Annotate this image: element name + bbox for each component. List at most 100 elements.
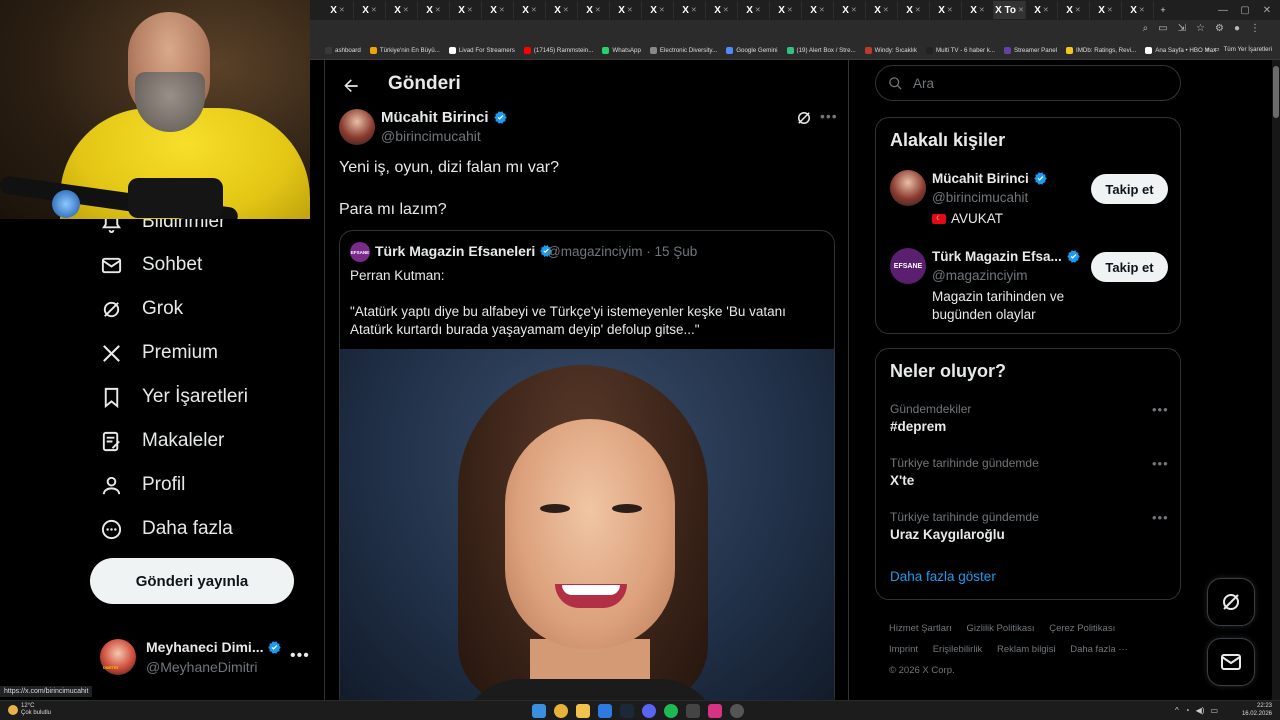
post-more-button[interactable]: ••• <box>820 108 838 124</box>
tab-close-icon[interactable]: ✕ <box>723 6 729 14</box>
trend-more-button[interactable]: ••• <box>1152 402 1169 417</box>
footer-link[interactable]: Çerez Politikası <box>1049 623 1115 634</box>
browser-tab[interactable]: X ✕ <box>482 1 514 19</box>
footer-link[interactable]: Erişilebilirlik <box>933 644 983 655</box>
app-icon[interactable] <box>708 704 722 718</box>
browser-tab[interactable]: X ✕ <box>642 1 674 19</box>
tab-close-icon[interactable]: ✕ <box>1043 6 1049 14</box>
app-icon[interactable] <box>730 704 744 718</box>
scrollbar-thumb[interactable] <box>1273 66 1279 118</box>
network-icon[interactable]: ◔ <box>1185 706 1190 715</box>
bookmark-item[interactable]: Electronic Diversity... <box>649 47 717 54</box>
person-avatar[interactable] <box>890 170 926 206</box>
quoted-author-avatar[interactable]: EFSANE <box>350 242 370 262</box>
trend-item[interactable]: X'te <box>890 473 914 488</box>
weather-widget[interactable]: 12°C Çok bulutlu <box>8 703 51 717</box>
nav-premium[interactable]: Premium <box>100 338 218 368</box>
close-window-button[interactable]: ✕ <box>1256 0 1278 20</box>
chrome-icon[interactable] <box>554 704 568 718</box>
follow-button[interactable]: Takip et <box>1091 252 1168 282</box>
browser-tab[interactable]: X ✕ <box>386 1 418 19</box>
page-scrollbar[interactable] <box>1272 60 1280 700</box>
browser-tab[interactable]: X ✕ <box>1058 1 1090 19</box>
person-handle[interactable]: @birincimucahit <box>932 190 1028 205</box>
tab-close-icon[interactable]: ✕ <box>755 6 761 14</box>
browser-tab[interactable]: X ✕ <box>962 1 994 19</box>
maximize-window-button[interactable]: ▢ <box>1234 0 1256 20</box>
browser-tab[interactable]: X ✕ <box>738 1 770 19</box>
bookmark-item[interactable]: (17145) Rammstein... <box>523 47 593 54</box>
steam-icon[interactable] <box>620 704 634 718</box>
bookmark-item[interactable]: Google Gemini <box>726 47 778 54</box>
follow-button[interactable]: Takip et <box>1091 174 1168 204</box>
account-more-button[interactable]: ••• <box>290 647 310 665</box>
tab-close-icon[interactable]: ✕ <box>467 6 473 14</box>
tab-close-icon[interactable]: ✕ <box>339 6 345 14</box>
tab-close-icon[interactable]: ✕ <box>979 6 985 14</box>
browser-tab[interactable]: X ✕ <box>866 1 898 19</box>
post-button[interactable]: Gönderi yayınla <box>90 558 294 604</box>
tab-close-icon[interactable]: ✕ <box>691 6 697 14</box>
bookmarks-overflow[interactable]: » <box>1206 46 1209 53</box>
trend-item[interactable]: Uraz Kaygılaroğlu <box>890 527 1005 542</box>
bookmark-item[interactable]: WhatsApp <box>602 47 641 54</box>
tray-chevron-icon[interactable]: ^ <box>1175 706 1179 715</box>
start-icon[interactable] <box>532 704 546 718</box>
volume-icon[interactable]: ◀) <box>1196 706 1205 715</box>
browser-tab[interactable]: X ✕ <box>322 1 354 19</box>
browser-tab[interactable]: X ✕ <box>610 1 642 19</box>
nav-grok[interactable]: Grok <box>100 294 183 324</box>
footer-link[interactable]: Imprint <box>889 644 918 655</box>
battery-icon[interactable]: ▭ <box>1210 706 1218 715</box>
menu-icon[interactable]: ⋮ <box>1250 23 1260 34</box>
tab-close-icon[interactable]: ✕ <box>1139 6 1145 14</box>
tab-close-icon[interactable]: ✕ <box>915 6 921 14</box>
messages-floating-button[interactable] <box>1207 638 1255 686</box>
tab-close-icon[interactable]: ✕ <box>947 6 953 14</box>
browser-tab[interactable]: X ✕ <box>1090 1 1122 19</box>
tab-close-icon[interactable]: ✕ <box>1018 6 1024 14</box>
app-icon[interactable] <box>686 704 700 718</box>
bookmark-item[interactable]: Windy: Sıcaklık <box>864 47 917 54</box>
browser-tab[interactable]: X ✕ <box>674 1 706 19</box>
back-arrow-icon[interactable] <box>341 76 361 96</box>
tab-close-icon[interactable]: ✕ <box>787 6 793 14</box>
tab-close-icon[interactable]: ✕ <box>595 6 601 14</box>
all-bookmarks[interactable]: » ▭ Tüm Yer İşaretleri <box>1206 46 1272 53</box>
install-icon[interactable]: ⇲ <box>1178 23 1186 34</box>
footer-link[interactable]: Gizlilik Politikası <box>966 623 1034 634</box>
quoted-post[interactable]: EFSANE Türk Magazin Efsaneleri @magazinc… <box>339 230 835 700</box>
search-input[interactable]: Ara <box>875 65 1181 101</box>
profile-chip-icon[interactable]: ● <box>1234 23 1240 34</box>
browser-tab[interactable]: X ✕ <box>578 1 610 19</box>
tab-close-icon[interactable]: ✕ <box>659 6 665 14</box>
browser-tab[interactable]: X ✕ <box>354 1 386 19</box>
nav-chat[interactable]: Sohbet <box>100 250 202 280</box>
author-name[interactable]: Mücahit Birinci <box>381 109 508 126</box>
new-tab-button[interactable]: + <box>1154 1 1172 19</box>
tab-close-icon[interactable]: ✕ <box>563 6 569 14</box>
browser-tab[interactable]: X ✕ <box>706 1 738 19</box>
browser-tab[interactable]: X To ✕ <box>994 1 1026 19</box>
person-name[interactable]: Mücahit Birinci <box>932 171 1048 186</box>
nav-articles[interactable]: Makaleler <box>100 426 224 456</box>
tab-close-icon[interactable]: ✕ <box>531 6 537 14</box>
grok-floating-button[interactable] <box>1207 578 1255 626</box>
footer-link[interactable]: Hizmet Şartları <box>889 623 952 634</box>
nav-profile[interactable]: Profil <box>100 470 185 500</box>
tab-close-icon[interactable]: ✕ <box>883 6 889 14</box>
file-explorer-icon[interactable] <box>576 704 590 718</box>
app-icon[interactable] <box>598 704 612 718</box>
footer-link[interactable]: Reklam bilgisi <box>997 644 1056 655</box>
bookmark-item[interactable]: IMDb: Ratings, Revi... <box>1066 47 1136 54</box>
tab-close-icon[interactable]: ✕ <box>403 6 409 14</box>
star-icon[interactable]: ☆ <box>1196 23 1205 34</box>
spotify-icon[interactable] <box>664 704 678 718</box>
tab-close-icon[interactable]: ✕ <box>627 6 633 14</box>
author-avatar[interactable] <box>339 109 375 145</box>
extensions-icon[interactable]: ⚙ <box>1215 23 1224 34</box>
browser-tab[interactable]: X ✕ <box>450 1 482 19</box>
trend-more-button[interactable]: ••• <box>1152 456 1169 471</box>
nav-bookmarks[interactable]: Yer İşaretleri <box>100 382 248 412</box>
bookmark-item[interactable]: Streamer Panel <box>1004 47 1057 54</box>
